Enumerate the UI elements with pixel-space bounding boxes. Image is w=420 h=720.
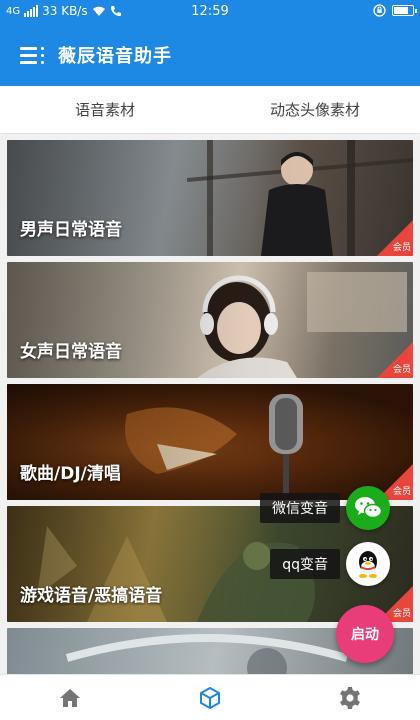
category-card-songs[interactable]: 歌曲/DJ/清唱 会员 (7, 384, 413, 500)
vip-badge-text: 会员 (392, 487, 411, 497)
nav-settings[interactable] (280, 675, 420, 720)
status-right (373, 4, 417, 17)
wechat-voice-change-row[interactable]: 微信变音 (260, 486, 390, 530)
category-card-male-voice[interactable]: 男声日常语音 会员 (7, 140, 413, 256)
wechat-voice-change-label[interactable]: 微信变音 (260, 493, 340, 523)
category-label: 女声日常语音 (20, 342, 122, 362)
category-list[interactable]: 男声日常语音 会员 女声日常语音 会员 歌曲/DJ/清唱 会员 游戏语音/恶搞语… (0, 136, 420, 674)
category-card-female-voice[interactable]: 女声日常语音 会员 (7, 262, 413, 378)
battery-icon (392, 5, 417, 16)
app-title: 薇辰语音助手 (58, 46, 172, 67)
category-label: 歌曲/DJ/清唱 (20, 464, 121, 484)
app-bar: 薇辰语音助手 (0, 24, 420, 86)
category-label: 男声日常语音 (20, 220, 122, 240)
menu-icon[interactable] (20, 45, 44, 65)
cube-icon[interactable] (198, 686, 222, 710)
qq-icon[interactable] (346, 542, 390, 586)
vip-badge-text: 会员 (392, 609, 411, 619)
qq-voice-change-label[interactable]: qq变音 (270, 549, 340, 579)
category-label: 游戏语音/恶搞语音 (20, 586, 163, 606)
start-button[interactable]: 启动 (336, 605, 394, 663)
tab-bar: 语音素材 动态头像素材 (0, 86, 420, 134)
nav-materials[interactable] (140, 675, 280, 720)
tab-voice-materials[interactable]: 语音素材 (0, 86, 210, 133)
tab-avatar-materials[interactable]: 动态头像素材 (210, 86, 420, 133)
wechat-icon[interactable] (346, 486, 390, 530)
vip-badge-text: 会员 (392, 365, 411, 375)
bottom-nav (0, 674, 420, 720)
rotation-lock-icon (373, 4, 386, 17)
status-bar: 4G 33 KB/s 12:59 (0, 0, 420, 24)
home-icon[interactable] (58, 687, 82, 709)
gear-icon[interactable] (338, 686, 362, 710)
status-time: 12:59 (191, 4, 229, 19)
vip-badge-text: 会员 (392, 243, 411, 253)
nav-home[interactable] (0, 675, 140, 720)
qq-voice-change-row[interactable]: qq变音 (270, 542, 390, 586)
